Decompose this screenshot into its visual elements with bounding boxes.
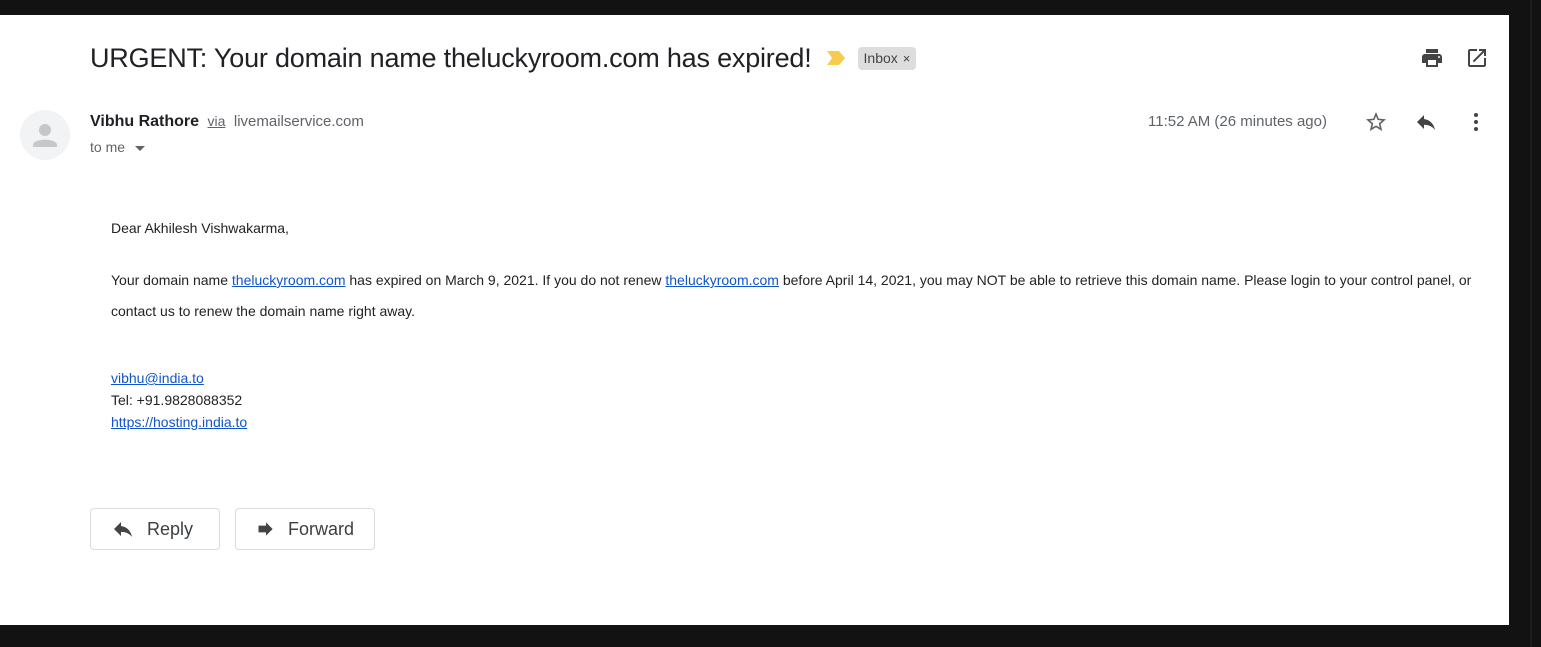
more-options-icon[interactable] <box>1464 110 1488 134</box>
email-subject: URGENT: Your domain name theluckyroom.co… <box>90 42 812 73</box>
signature: vibhu@india.to Tel: +91.9828088352 https… <box>111 367 247 433</box>
sender-line: Vibhu Rathore via livemailservice.com <box>90 113 364 131</box>
email-panel: URGENT: Your domain name theluckyroom.co… <box>0 15 1509 625</box>
recipient-details-toggle[interactable]: to me <box>90 139 146 155</box>
sender-domain: livemailservice.com <box>233 113 364 130</box>
sender-name[interactable]: Vibhu Rathore <box>90 113 199 130</box>
timestamp: 11:52 AM (26 minutes ago) <box>1148 113 1327 130</box>
para-text-1: Your domain name <box>111 272 232 288</box>
signature-phone: Tel: +91.9828088352 <box>111 392 243 408</box>
importance-marker-icon[interactable] <box>826 50 846 66</box>
greeting: Dear Akhilesh Vishwakarma, <box>111 220 289 236</box>
signature-website-link[interactable]: https://hosting.india.to <box>111 414 247 430</box>
subject-row: URGENT: Your domain name theluckyroom.co… <box>90 41 917 75</box>
forward-arrow-icon <box>258 522 273 536</box>
star-icon[interactable] <box>1364 110 1388 134</box>
avatar[interactable] <box>20 110 70 160</box>
reply-arrow-icon <box>114 522 132 537</box>
open-in-new-window-icon[interactable] <box>1465 46 1489 70</box>
message-paragraph: Your domain name theluckyroom.com has ex… <box>111 265 1476 327</box>
bottom-bar <box>0 625 1509 647</box>
scrollbar-track[interactable] <box>1509 0 1541 647</box>
reply-icon[interactable] <box>1414 110 1438 134</box>
print-icon[interactable] <box>1420 46 1444 70</box>
domain-link-1[interactable]: theluckyroom.com <box>232 272 346 288</box>
domain-link-2[interactable]: theluckyroom.com <box>665 272 779 288</box>
reply-button[interactable]: Reply <box>90 508 220 550</box>
inbox-label-text: Inbox <box>863 49 898 66</box>
scrollbar-line <box>1530 0 1532 647</box>
dropdown-caret-icon <box>135 145 146 151</box>
para-text-2: has expired on March 9, 2021. If you do … <box>345 272 666 288</box>
signature-email-link[interactable]: vibhu@india.to <box>111 370 204 386</box>
forward-button[interactable]: Forward <box>235 508 375 550</box>
forward-button-label: Forward <box>287 518 354 539</box>
reply-button-label: Reply <box>147 518 194 539</box>
remove-label-icon[interactable]: × <box>903 49 911 68</box>
via-link[interactable]: via <box>208 113 226 129</box>
avatar-person-icon <box>33 124 57 147</box>
recipient-text: to me <box>90 139 126 155</box>
inbox-label-chip: Inbox × <box>857 46 917 70</box>
